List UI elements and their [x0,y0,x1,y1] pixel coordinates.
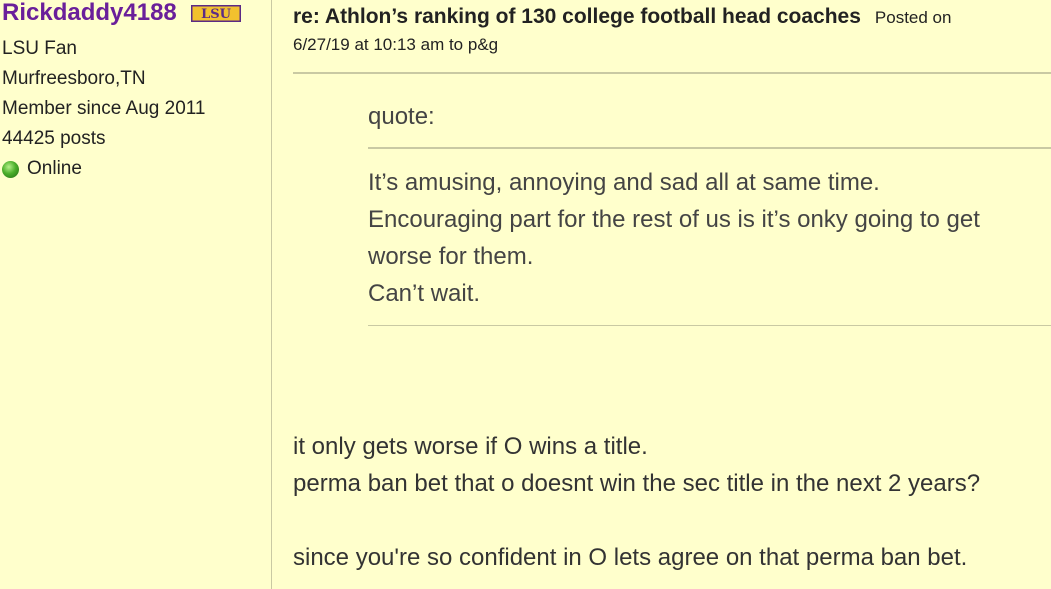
post-header-divider [293,72,1051,74]
posted-on-label: Posted on [874,8,952,27]
quote-line: It’s amusing, annoying and sad all at sa… [368,169,880,196]
online-status-icon [2,160,19,178]
post-date: 6/27/19 at 10:13 am to [293,35,464,54]
quote-line: Can’t wait. [368,280,481,307]
online-status-label: Online [27,158,82,179]
post-title-link[interactable]: re: Athlon’s ranking of 130 college foot… [293,5,861,28]
reply-blank-line [293,502,1051,539]
user-post-count: 44425 posts [2,128,106,149]
quote-bottom-divider [368,325,1051,326]
username-link[interactable]: Rickdaddy4188 [2,0,177,26]
board-link[interactable]: p&g [468,35,498,54]
user-location: Murfreesboro,TN [2,68,146,89]
user-online-status: Online [2,154,271,184]
reply-line: perma ban bet that o doesnt win the sec … [293,470,981,497]
quote-line: Encouraging part for the rest of us is i… [368,206,980,233]
post-header: re: Athlon’s ranking of 130 college foot… [293,0,1051,74]
svg-text:LSU: LSU [201,7,232,22]
post-date-line: 6/27/19 at 10:13 am to p&g [293,34,1051,56]
reply-line: since you're so confident in O lets agre… [293,544,968,571]
quote-top-divider [368,147,1051,149]
quote-block: quote: It’s amusing, annoying and sad al… [368,98,1051,326]
quote-label: quote: [368,103,435,130]
user-meta: LSU Fan Murfreesboro,TN Member since Aug… [2,34,271,184]
user-sidebar: Rickdaddy4188 LSU LSU Fan Murfreesboro,T… [0,0,272,589]
user-header: Rickdaddy4188 LSU [2,0,271,26]
lsu-logo-icon: LSU [190,4,241,22]
user-member-since: Member since Aug 2011 [2,98,206,119]
quote-body: It’s amusing, annoying and sad all at sa… [368,164,1051,312]
quote-line: worse for them. [368,243,534,270]
post-body: it only gets worse if O wins a title. pe… [293,428,1051,576]
reply-line: it only gets worse if O wins a title. [293,433,648,460]
user-fan-of: LSU Fan [2,38,77,59]
